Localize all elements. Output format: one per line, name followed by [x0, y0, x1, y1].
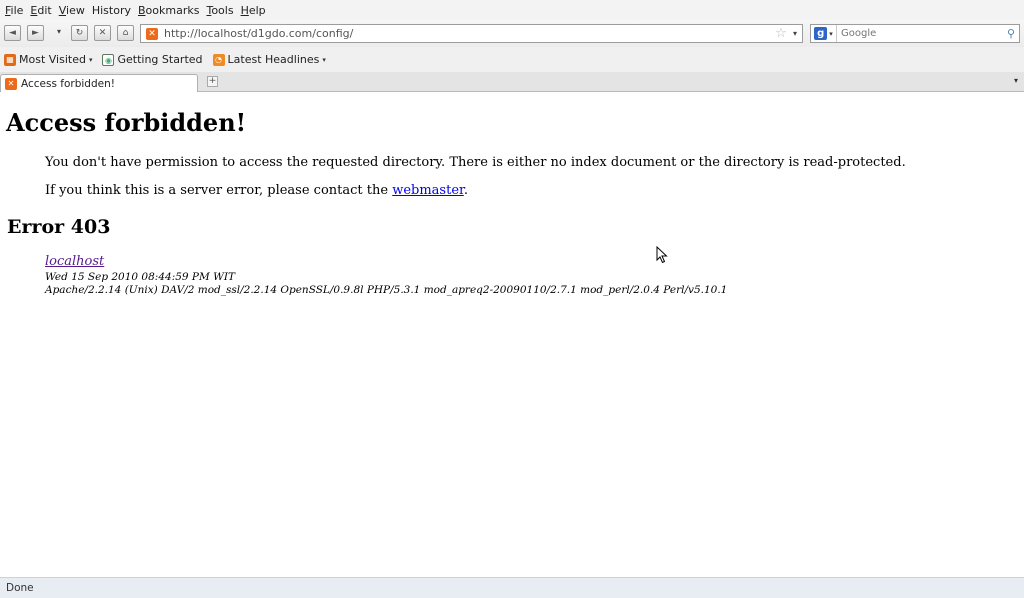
menu-edit[interactable]: Edit [28, 4, 56, 17]
tab-strip: ✕ Access forbidden! + ▾ [0, 72, 1024, 92]
google-icon: g [814, 27, 828, 40]
menu-edit-label: dit [37, 3, 52, 17]
mouse-pointer-icon [656, 246, 668, 264]
contact-message-suffix: . [463, 183, 468, 198]
chevron-down-icon: ▾ [88, 55, 93, 64]
most-visited-folder-icon: ▦ [4, 53, 16, 66]
menu-tools[interactable]: Tools [204, 4, 238, 17]
stop-button[interactable]: ✕ [94, 25, 111, 41]
bookmarks-toolbar: ▦ Most Visited ▾ ◉ Getting Started ◔ Lat… [0, 47, 1024, 72]
forward-button[interactable]: ► [27, 25, 44, 41]
getting-started-icon: ◉ [102, 53, 115, 66]
history-dropdown-button[interactable]: ▾ [54, 25, 64, 41]
bookmark-label: Most Visited [19, 53, 86, 66]
new-tab-button[interactable]: + [207, 76, 218, 87]
menu-bookmarks-label: ookmarks [145, 3, 200, 17]
chevron-down-icon: ▾ [322, 55, 326, 64]
list-all-tabs-button[interactable]: ▾ [1014, 76, 1018, 85]
menu-view-accel: V [58, 3, 67, 17]
menu-bookmarks-accel: B [138, 3, 146, 17]
status-bar: Done [0, 577, 1024, 598]
menu-file[interactable]: File [3, 4, 28, 17]
bookmark-label: Getting Started [117, 53, 203, 66]
site-favicon-icon: ✕ [5, 77, 17, 90]
stop-icon: ✕ [98, 28, 107, 38]
navigation-toolbar: ◄ ► ▾ ↻ ✕ ⌂ ✕ http://localhost/d1gdo.com… [0, 20, 1024, 47]
search-bar: g ▾ ⚲ [810, 24, 1020, 43]
menu-help-label: elp [248, 3, 266, 17]
reload-icon: ↻ [75, 28, 84, 38]
chevron-down-icon: ▾ [1013, 76, 1018, 85]
rss-feed-icon: ◔ [212, 53, 225, 66]
url-history-dropdown-icon[interactable]: ▾ [788, 29, 802, 38]
menu-history[interactable]: History [90, 4, 136, 17]
status-text: Done [6, 582, 34, 594]
menu-view[interactable]: View [57, 4, 90, 17]
menu-bookmarks[interactable]: Bookmarks [136, 4, 204, 17]
menu-history-label: History [91, 3, 131, 17]
search-icon[interactable]: ⚲ [1003, 27, 1019, 40]
page-title: Access forbidden! [6, 108, 247, 137]
plus-icon: + [208, 76, 217, 86]
search-engine-selector[interactable]: g ▾ [811, 25, 837, 42]
reload-button[interactable]: ↻ [71, 25, 88, 41]
tab-access-forbidden[interactable]: ✕ Access forbidden! [0, 74, 198, 92]
menu-help-accel: H [240, 3, 249, 17]
menu-file-label: ile [10, 3, 24, 17]
menu-bar: File Edit View History Bookmarks Tools H… [0, 0, 1024, 20]
url-text[interactable]: http://localhost/d1gdo.com/config/ [164, 27, 774, 40]
contact-message: If you think this is a server error, ple… [45, 183, 468, 198]
server-address: localhost Wed 15 Sep 2010 08:44:59 PM WI… [45, 254, 727, 297]
localhost-link[interactable]: localhost [45, 254, 104, 269]
webmaster-link[interactable]: webmaster [392, 183, 464, 198]
menu-help[interactable]: Help [239, 4, 271, 17]
page-content: Access forbidden! You don't have permiss… [0, 92, 1024, 577]
search-input[interactable] [837, 25, 1003, 42]
bookmark-most-visited[interactable]: ▦ Most Visited ▾ [4, 53, 92, 66]
chevron-down-icon: ▾ [56, 27, 61, 36]
url-bar[interactable]: ✕ http://localhost/d1gdo.com/config/ ☆ ▾ [140, 24, 803, 43]
site-favicon-icon: ✕ [146, 27, 158, 40]
back-arrow-icon: ◄ [9, 28, 16, 38]
bookmark-star-icon[interactable]: ☆ [774, 26, 788, 41]
home-icon: ⌂ [122, 28, 129, 38]
server-signature: Apache/2.2.14 (Unix) DAV/2 mod_ssl/2.2.1… [45, 284, 728, 297]
menu-view-label: iew [66, 3, 85, 17]
bookmark-latest-headlines[interactable]: ◔ Latest Headlines ▾ [212, 53, 326, 66]
error-heading: Error 403 [7, 216, 111, 238]
tab-title: Access forbidden! [21, 77, 115, 90]
back-button[interactable]: ◄ [4, 25, 21, 41]
menu-tools-label: ools [211, 3, 234, 17]
home-button[interactable]: ⌂ [117, 25, 134, 41]
bookmark-getting-started[interactable]: ◉ Getting Started [102, 53, 203, 66]
forward-arrow-icon: ► [32, 28, 39, 38]
chevron-down-icon: ▾ [829, 29, 833, 38]
bookmark-label: Latest Headlines [227, 53, 320, 66]
permission-message: You don't have permission to access the … [45, 155, 906, 170]
timestamp: Wed 15 Sep 2010 08:44:59 PM WIT [45, 270, 236, 283]
contact-message-prefix: If you think this is a server error, ple… [45, 183, 393, 198]
